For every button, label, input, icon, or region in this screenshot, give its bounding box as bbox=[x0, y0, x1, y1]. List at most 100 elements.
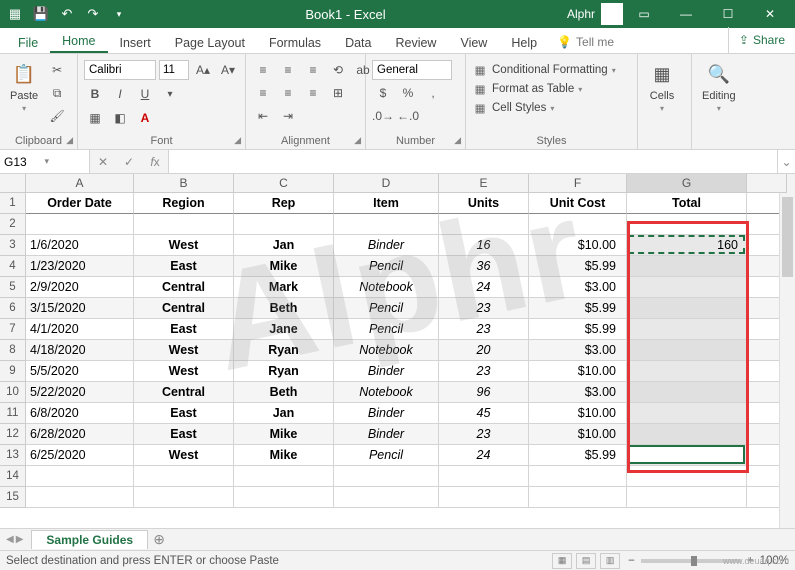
cell-region[interactable]: Central bbox=[134, 277, 234, 298]
close-icon[interactable]: ✕ bbox=[749, 0, 791, 28]
clipboard-launcher-icon[interactable]: ◢ bbox=[66, 135, 73, 146]
header-total[interactable]: Total bbox=[627, 193, 747, 214]
cell-item[interactable]: Pencil bbox=[334, 445, 439, 466]
border-icon[interactable]: ▦ bbox=[84, 108, 106, 128]
row-header[interactable]: 10 bbox=[0, 382, 26, 403]
col-header-d[interactable]: D bbox=[334, 174, 439, 193]
cell-item[interactable]: Pencil bbox=[334, 319, 439, 340]
vertical-scrollbar[interactable] bbox=[779, 193, 795, 528]
cell-cost[interactable]: $3.00 bbox=[529, 340, 627, 361]
row-header-1[interactable]: 1 bbox=[0, 193, 26, 214]
name-box[interactable]: G13▾ bbox=[0, 150, 90, 173]
cell-cost[interactable]: $10.00 bbox=[529, 403, 627, 424]
cell-date[interactable]: 4/18/2020 bbox=[26, 340, 134, 361]
user-avatar[interactable] bbox=[601, 3, 623, 25]
fill-color-icon[interactable]: ◧ bbox=[109, 108, 131, 128]
cell-rep[interactable]: Jan bbox=[234, 235, 334, 256]
row-header[interactable]: 11 bbox=[0, 403, 26, 424]
row-header[interactable]: 4 bbox=[0, 256, 26, 277]
col-header-a[interactable]: A bbox=[26, 174, 134, 193]
tab-home[interactable]: Home bbox=[50, 30, 107, 53]
cell-rep[interactable]: Beth bbox=[234, 382, 334, 403]
cell-region[interactable]: Central bbox=[134, 298, 234, 319]
cell-item[interactable]: Binder bbox=[334, 403, 439, 424]
align-left-icon[interactable]: ≡ bbox=[252, 83, 274, 103]
formula-input[interactable] bbox=[169, 150, 777, 173]
alignment-launcher-icon[interactable]: ◢ bbox=[354, 135, 361, 146]
tab-view[interactable]: View bbox=[448, 32, 499, 53]
cell-rep[interactable]: Ryan bbox=[234, 361, 334, 382]
cell-item[interactable]: Notebook bbox=[334, 277, 439, 298]
cell-cost[interactable]: $5.99 bbox=[529, 319, 627, 340]
currency-icon[interactable]: $ bbox=[372, 83, 394, 103]
italic-icon[interactable]: I bbox=[109, 84, 131, 104]
format-as-table-button[interactable]: ▦Format as Table▾ bbox=[472, 81, 582, 97]
tab-formulas[interactable]: Formulas bbox=[257, 32, 333, 53]
cell-styles-button[interactable]: ▦Cell Styles▾ bbox=[472, 100, 554, 116]
cell-cost[interactable]: $10.00 bbox=[529, 361, 627, 382]
save-icon[interactable]: 💾 bbox=[30, 3, 52, 25]
cell-item[interactable]: Binder bbox=[334, 424, 439, 445]
cell-total[interactable] bbox=[627, 256, 747, 277]
cell-item[interactable]: Pencil bbox=[334, 298, 439, 319]
cell-item[interactable]: Binder bbox=[334, 361, 439, 382]
cell-cost[interactable]: $5.99 bbox=[529, 256, 627, 277]
cell-total[interactable] bbox=[627, 298, 747, 319]
row-header[interactable]: 13 bbox=[0, 445, 26, 466]
cell-region[interactable]: East bbox=[134, 256, 234, 277]
underline-icon[interactable]: U bbox=[134, 84, 156, 104]
cell-date[interactable]: 2/9/2020 bbox=[26, 277, 134, 298]
cells-button[interactable]: ▦ Cells ▾ bbox=[644, 56, 680, 113]
sheet-nav-prev-icon[interactable]: ◀ bbox=[6, 534, 14, 545]
cell-rep[interactable]: Mike bbox=[234, 424, 334, 445]
cell-total[interactable] bbox=[627, 319, 747, 340]
header-rep[interactable]: Rep bbox=[234, 193, 334, 214]
cell-item[interactable]: Pencil bbox=[334, 256, 439, 277]
cell-total[interactable] bbox=[627, 403, 747, 424]
col-header-h[interactable] bbox=[747, 174, 787, 193]
page-layout-view-icon[interactable]: ▤ bbox=[576, 553, 596, 569]
editing-button[interactable]: 🔍 Editing ▾ bbox=[698, 56, 740, 113]
decrease-indent-icon[interactable]: ⇤ bbox=[252, 106, 274, 126]
cell-units[interactable]: 23 bbox=[439, 319, 529, 340]
cell-total[interactable]: 160 bbox=[627, 235, 747, 256]
cell-units[interactable]: 23 bbox=[439, 298, 529, 319]
cell-units[interactable]: 23 bbox=[439, 424, 529, 445]
tab-file[interactable]: File bbox=[6, 32, 50, 53]
conditional-formatting-button[interactable]: ▦Conditional Formatting▾ bbox=[472, 62, 616, 78]
font-size-input[interactable] bbox=[159, 60, 189, 80]
col-header-g[interactable]: G bbox=[627, 174, 747, 193]
cell-rep[interactable]: Jan bbox=[234, 403, 334, 424]
enter-formula-icon[interactable]: ✓ bbox=[116, 155, 142, 169]
redo-icon[interactable]: ↷ bbox=[82, 3, 104, 25]
spreadsheet-grid[interactable]: A B C D E F G 1 Order Date Region Rep It… bbox=[0, 174, 795, 528]
cell-date[interactable]: 1/23/2020 bbox=[26, 256, 134, 277]
copy-icon[interactable]: ⧉ bbox=[46, 83, 68, 103]
font-launcher-icon[interactable]: ◢ bbox=[234, 135, 241, 146]
cell-item[interactable]: Binder bbox=[334, 235, 439, 256]
cell-units[interactable]: 23 bbox=[439, 361, 529, 382]
cell-date[interactable]: 6/8/2020 bbox=[26, 403, 134, 424]
cell-cost[interactable]: $10.00 bbox=[529, 424, 627, 445]
tab-insert[interactable]: Insert bbox=[108, 32, 163, 53]
tab-help[interactable]: Help bbox=[499, 32, 549, 53]
cell-total[interactable] bbox=[627, 445, 747, 466]
cell-date[interactable]: 1/6/2020 bbox=[26, 235, 134, 256]
row-header[interactable]: 5 bbox=[0, 277, 26, 298]
header-units[interactable]: Units bbox=[439, 193, 529, 214]
cell-rep[interactable]: Mike bbox=[234, 256, 334, 277]
tab-page-layout[interactable]: Page Layout bbox=[163, 32, 257, 53]
cell-date[interactable]: 5/5/2020 bbox=[26, 361, 134, 382]
cell-date[interactable]: 6/28/2020 bbox=[26, 424, 134, 445]
bold-icon[interactable]: B bbox=[84, 84, 106, 104]
cell-rep[interactable]: Beth bbox=[234, 298, 334, 319]
cancel-formula-icon[interactable]: ✕ bbox=[90, 155, 116, 169]
tell-me-search[interactable]: 💡Tell me bbox=[549, 31, 622, 53]
cut-icon[interactable]: ✂ bbox=[46, 60, 68, 80]
cell-rep[interactable]: Mark bbox=[234, 277, 334, 298]
sheet-tab-sample-guides[interactable]: Sample Guides bbox=[31, 530, 148, 549]
align-bottom-icon[interactable]: ≡ bbox=[302, 60, 324, 80]
format-painter-icon[interactable]: 🖌 bbox=[46, 106, 68, 126]
cell-rep[interactable]: Mike bbox=[234, 445, 334, 466]
cell-units[interactable]: 36 bbox=[439, 256, 529, 277]
